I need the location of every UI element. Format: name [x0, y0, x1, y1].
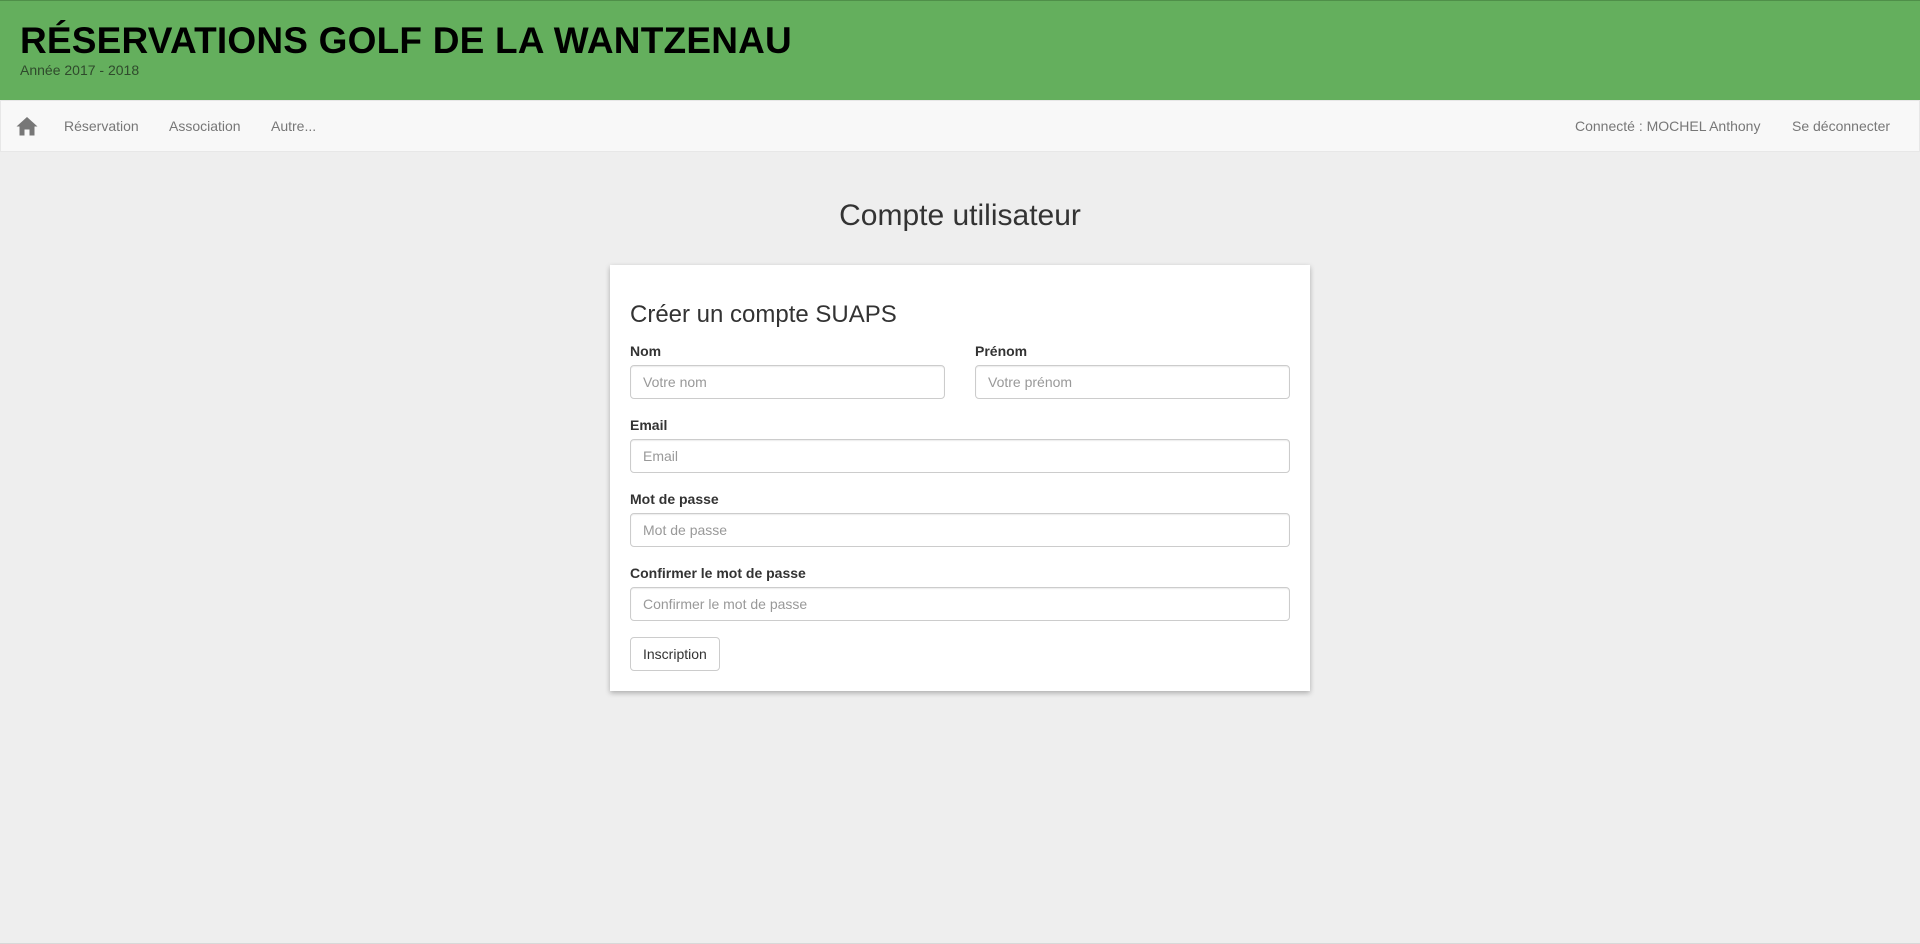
password-confirm-input[interactable] — [630, 587, 1290, 621]
form-heading: Créer un compte SUAPS — [630, 301, 897, 328]
password-input[interactable] — [630, 513, 1290, 547]
nav-link-autre[interactable]: Autre... — [271, 118, 316, 134]
nav-link-reservation[interactable]: Réservation — [64, 118, 139, 134]
nav-logout-link[interactable]: Se déconnecter — [1792, 118, 1890, 134]
first-name-input[interactable] — [975, 365, 1290, 399]
last-name-label: Nom — [630, 343, 662, 359]
page-title: Compte utilisateur — [839, 199, 1081, 232]
first-name-label: Prénom — [975, 343, 1028, 359]
nav-user-status[interactable]: Connecté : MOCHEL Anthony — [1575, 118, 1760, 134]
site-subtitle: Année 2017 - 2018 — [20, 62, 140, 78]
password-confirm-label: Confirmer le mot de passe — [630, 565, 806, 581]
home-icon-glyph — [16, 117, 38, 136]
main-navbar: Réservation Association Autre... Connect… — [0, 100, 1920, 152]
password-label: Mot de passe — [630, 491, 719, 507]
signup-button[interactable]: Inscription — [630, 637, 720, 671]
last-name-input[interactable] — [630, 365, 945, 399]
site-header: RÉSERVATIONS GOLF DE LA WANTZENAU Année … — [0, 0, 1920, 100]
nav-link-association[interactable]: Association — [169, 118, 241, 134]
email-input[interactable] — [630, 439, 1290, 473]
email-label: Email — [630, 417, 668, 433]
home-icon[interactable] — [15, 115, 39, 137]
site-title: RÉSERVATIONS GOLF DE LA WANTZENAU — [20, 20, 792, 61]
signup-card: Créer un compte SUAPS Nom Prénom Email M… — [610, 265, 1310, 691]
